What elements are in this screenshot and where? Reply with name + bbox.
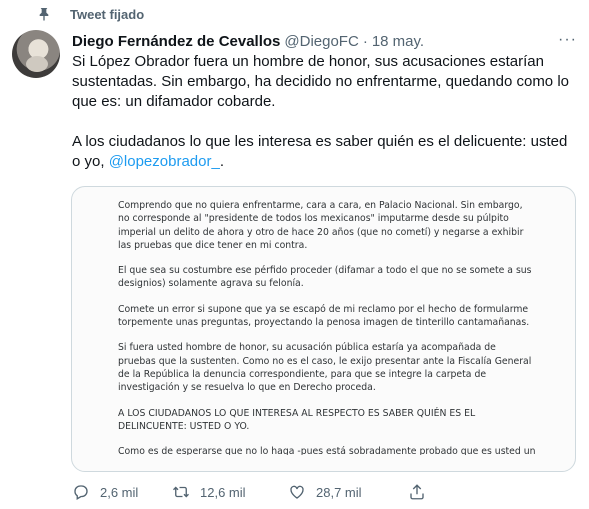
pinned-indicator: Tweet fijado (36, 5, 144, 23)
document-paragraph: Comprendo que no quiera enfrentarme, car… (118, 200, 524, 251)
document-paragraph: Si fuera usted hombre de honor, su acusa… (118, 342, 532, 394)
retweet-icon (173, 486, 189, 498)
document-paragraph: El que sea su costumbre ese pérfido proc… (118, 265, 532, 290)
tweet-time[interactable]: 18 may. (372, 33, 424, 50)
share-button[interactable] (408, 483, 426, 501)
retweet-button[interactable]: 12,6 mil (172, 483, 288, 501)
retweet-count: 12,6 mil (200, 484, 246, 500)
document-text: Comprendo que no quiera enfrentarme, car… (118, 199, 536, 455)
share-icon (410, 484, 424, 500)
reply-button[interactable]: 2,6 mil (72, 483, 172, 501)
tweet-paragraph: Si López Obrador fuera un hombre de hono… (72, 53, 569, 110)
like-count: 28,7 mil (316, 484, 362, 500)
author-name[interactable]: Diego Fernández de Cevallos (72, 33, 280, 50)
tweet-text: Si López Obrador fuera un hombre de hono… (72, 52, 577, 192)
pinned-label: Tweet fijado (70, 6, 145, 22)
document-paragraph: A LOS CIUDADANOS LO QUE INTERESA AL RESP… (118, 407, 476, 432)
document-paragraph: Comete un error si supone que ya se esca… (118, 303, 530, 329)
document-paragraph: Como es de esperarse que no lo haga -pue… (118, 446, 536, 456)
reply-count: 2,6 mil (100, 484, 139, 500)
like-button[interactable]: 28,7 mil (288, 483, 408, 501)
tweet-paragraph: A los ciudadanos lo que les interesa es … (72, 133, 568, 170)
heart-icon (290, 485, 304, 499)
more-options-icon[interactable]: ··· (558, 31, 577, 49)
tweet-actions: 2,6 mil 12,6 mil 28,7 mil (72, 482, 502, 502)
mention-link[interactable]: @lopezobrador_ (109, 153, 220, 170)
tweet-header: Diego Fernández de Cevallos @DiegoFC · 1… (72, 31, 577, 51)
tweet-image[interactable]: Comprendo que no quiera enfrentarme, car… (71, 186, 576, 472)
reply-icon (74, 485, 88, 500)
separator: · (362, 32, 368, 50)
pin-icon (36, 6, 52, 22)
author-handle[interactable]: @DiegoFC (284, 33, 358, 50)
avatar[interactable] (12, 30, 60, 78)
